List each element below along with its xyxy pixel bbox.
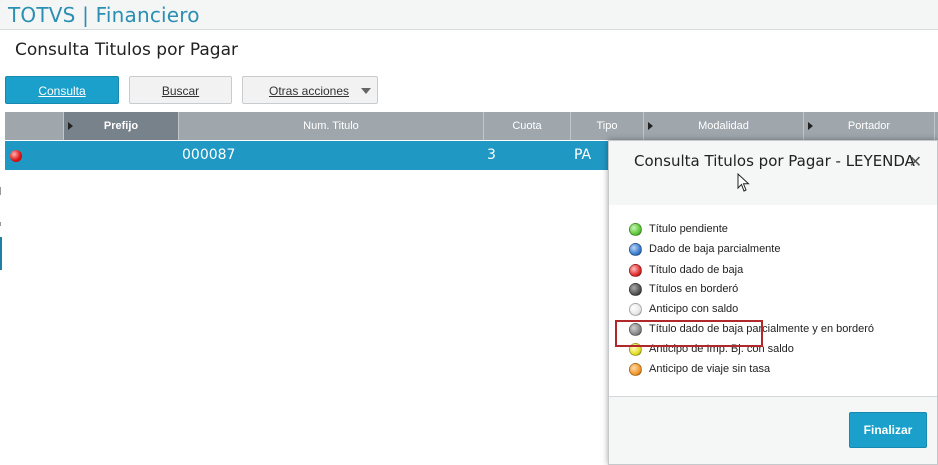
- left-edge-mark: [0, 187, 1, 195]
- consulta-button[interactable]: Consulta: [5, 76, 119, 104]
- legend-dialog: Consulta Titulos por Pagar - LEYENDA ✕ T…: [608, 140, 938, 465]
- otras-acciones-label: Otras acciones: [269, 84, 350, 98]
- buscar-button[interactable]: Buscar: [129, 76, 232, 104]
- dialog-title: Consulta Titulos por Pagar - LEYENDA: [634, 152, 915, 170]
- cell-num-titulo: 000087: [182, 147, 236, 163]
- column-header-cuota[interactable]: Cuota: [484, 112, 571, 140]
- status-red-icon: [10, 150, 22, 162]
- left-edge-mark: [0, 222, 1, 226]
- status-column-header: [5, 112, 64, 140]
- column-header-prefijo[interactable]: Prefijo: [64, 112, 179, 140]
- grid-header: Prefijo Num. Titulo Cuota Tipo Modalidad…: [5, 112, 938, 140]
- dialog-header: Consulta Titulos por Pagar - LEYENDA ✕: [609, 141, 937, 206]
- finalizar-button[interactable]: Finalizar: [849, 412, 927, 448]
- chevron-down-icon: [361, 88, 371, 94]
- blue-status-icon: [629, 243, 642, 256]
- cell-cuota: 3: [487, 147, 496, 163]
- otras-acciones-button[interactable]: Otras acciones: [242, 76, 378, 104]
- orange-status-icon: [629, 363, 642, 376]
- column-header-portador[interactable]: Portador: [804, 112, 935, 140]
- dark-gray-status-icon: [629, 283, 642, 296]
- white-status-icon: [629, 303, 642, 316]
- column-header-num-titulo[interactable]: Num. Titulo: [179, 112, 484, 140]
- left-edge-accent: [0, 237, 2, 270]
- caret-right-icon: [68, 122, 73, 130]
- app-title: TOTVS | Financiero: [8, 3, 200, 27]
- red-status-icon: [629, 264, 642, 277]
- mouse-pointer-icon: [737, 173, 750, 192]
- column-header-modalidad[interactable]: Modalidad: [644, 112, 804, 140]
- cell-tipo: PA: [574, 147, 592, 163]
- page-title: Consulta Titulos por Pagar: [15, 40, 238, 60]
- top-bar: TOTVS | Financiero: [0, 0, 938, 30]
- green-status-icon: [629, 223, 642, 236]
- highlight-box: [615, 320, 763, 347]
- caret-right-icon: [648, 122, 653, 130]
- column-header-tipo[interactable]: Tipo: [571, 112, 644, 140]
- close-icon[interactable]: ✕: [909, 152, 922, 172]
- caret-right-icon: [808, 122, 813, 130]
- legend-list: Título pendiente Dado de baja parcialmen…: [609, 205, 937, 397]
